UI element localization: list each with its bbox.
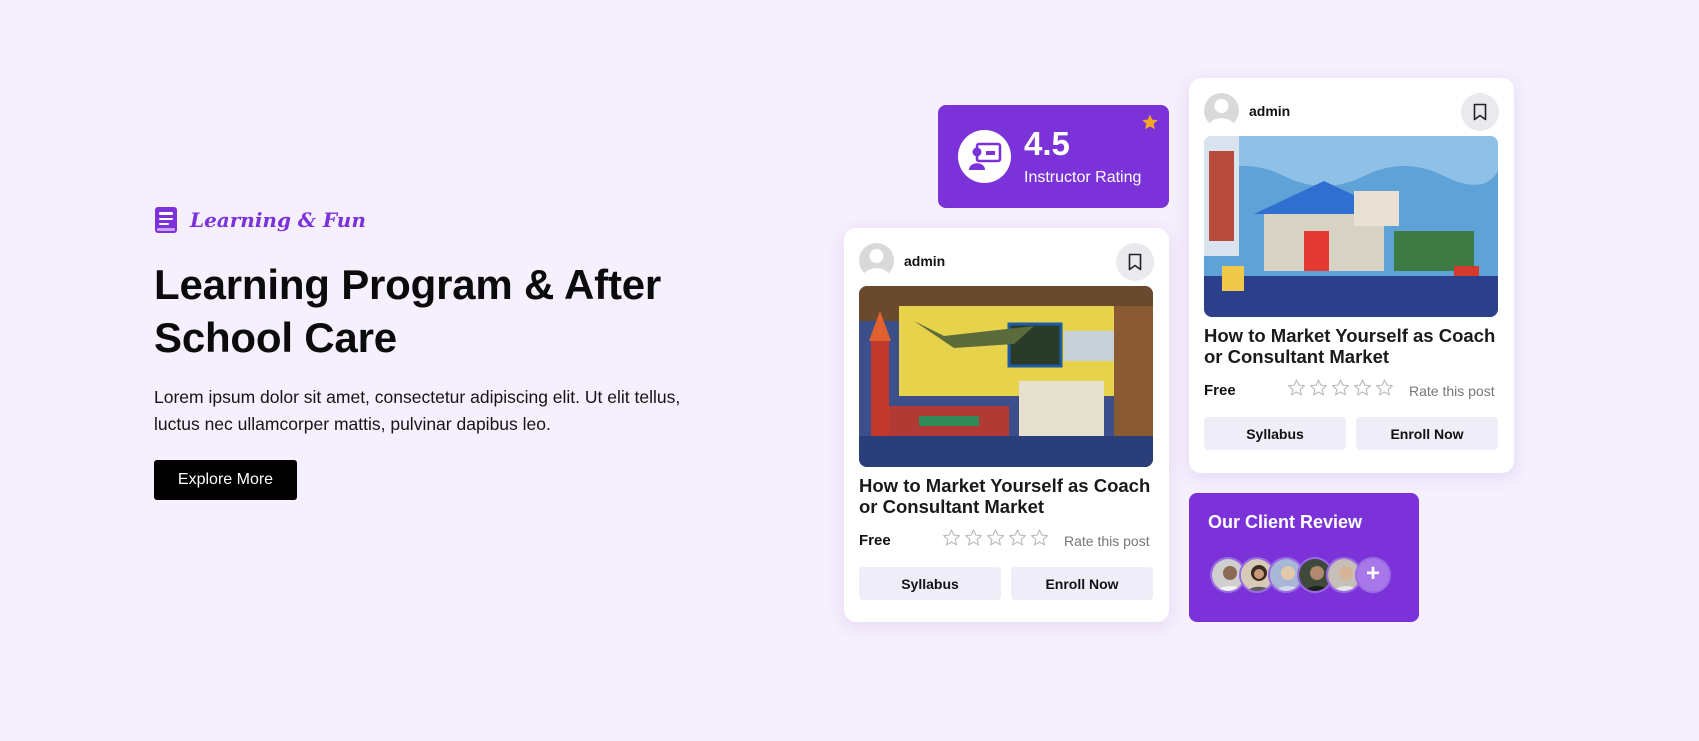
card-header: admin <box>1204 93 1499 131</box>
bookmark-icon <box>1473 103 1487 121</box>
star-icon[interactable] <box>1287 378 1306 397</box>
tagline: Learning & Fun <box>154 204 714 236</box>
course-card[interactable]: admin How to Market Yourself as Coach or… <box>844 228 1169 622</box>
avatar <box>859 243 894 278</box>
explore-more-button[interactable]: Explore More <box>154 460 297 500</box>
price-label: Free <box>859 532 891 549</box>
card-header: admin <box>859 243 1154 281</box>
card-actions: Syllabus Enroll Now <box>1204 417 1498 450</box>
page-title: Learning Program & After School Care <box>154 261 662 361</box>
star-icon[interactable] <box>942 528 961 547</box>
author-name[interactable]: admin <box>904 253 945 269</box>
star-icon[interactable] <box>1309 378 1328 397</box>
syllabus-button[interactable]: Syllabus <box>1204 417 1346 450</box>
bookmark-icon <box>1128 253 1142 271</box>
bookmark-button[interactable] <box>1116 243 1154 281</box>
bookmark-button[interactable] <box>1461 93 1499 131</box>
rate-this-post: Rate this post <box>1064 533 1150 549</box>
star-icon[interactable] <box>1353 378 1372 397</box>
author-name[interactable]: admin <box>1249 103 1290 119</box>
course-card[interactable]: admin How to Market Yourself as Coach or… <box>1189 78 1514 473</box>
teacher-board-icon <box>958 130 1011 183</box>
star-icon[interactable] <box>964 528 983 547</box>
star-icon[interactable] <box>986 528 1005 547</box>
book-icon <box>154 206 178 234</box>
star-icon[interactable] <box>1331 378 1350 397</box>
course-title[interactable]: How to Market Yourself as Coach or Consu… <box>859 475 1159 517</box>
rating-label: Instructor Rating <box>1024 169 1142 186</box>
syllabus-button[interactable]: Syllabus <box>859 567 1001 600</box>
star-icon[interactable] <box>1030 528 1049 547</box>
hero-section: Learning & Fun Learning Program & After … <box>154 204 714 500</box>
star-icon <box>1141 113 1159 131</box>
plus-icon[interactable]: + <box>1355 557 1391 593</box>
enroll-now-button[interactable]: Enroll Now <box>1356 417 1498 450</box>
enroll-now-button[interactable]: Enroll Now <box>1011 567 1153 600</box>
tagline-text: Learning & Fun <box>190 208 366 232</box>
course-thumbnail[interactable] <box>1204 136 1498 317</box>
rating-value: 4.5 <box>1024 125 1070 162</box>
course-thumbnail[interactable] <box>859 286 1153 467</box>
star-icon[interactable] <box>1008 528 1027 547</box>
hero-description: Lorem ipsum dolor sit amet, consectetur … <box>154 387 681 434</box>
star-rating[interactable] <box>1287 378 1394 397</box>
star-icon[interactable] <box>1375 378 1394 397</box>
review-title: Our Client Review <box>1208 512 1363 532</box>
avatar <box>1204 93 1239 128</box>
star-rating[interactable] <box>942 528 1049 547</box>
course-title[interactable]: How to Market Yourself as Coach or Consu… <box>1204 325 1504 367</box>
price-label: Free <box>1204 382 1236 399</box>
instructor-rating-card: 4.5 Instructor Rating <box>938 105 1169 208</box>
client-review-card: Our Client Review + <box>1189 493 1419 622</box>
card-actions: Syllabus Enroll Now <box>859 567 1153 600</box>
rate-this-post: Rate this post <box>1409 383 1495 399</box>
